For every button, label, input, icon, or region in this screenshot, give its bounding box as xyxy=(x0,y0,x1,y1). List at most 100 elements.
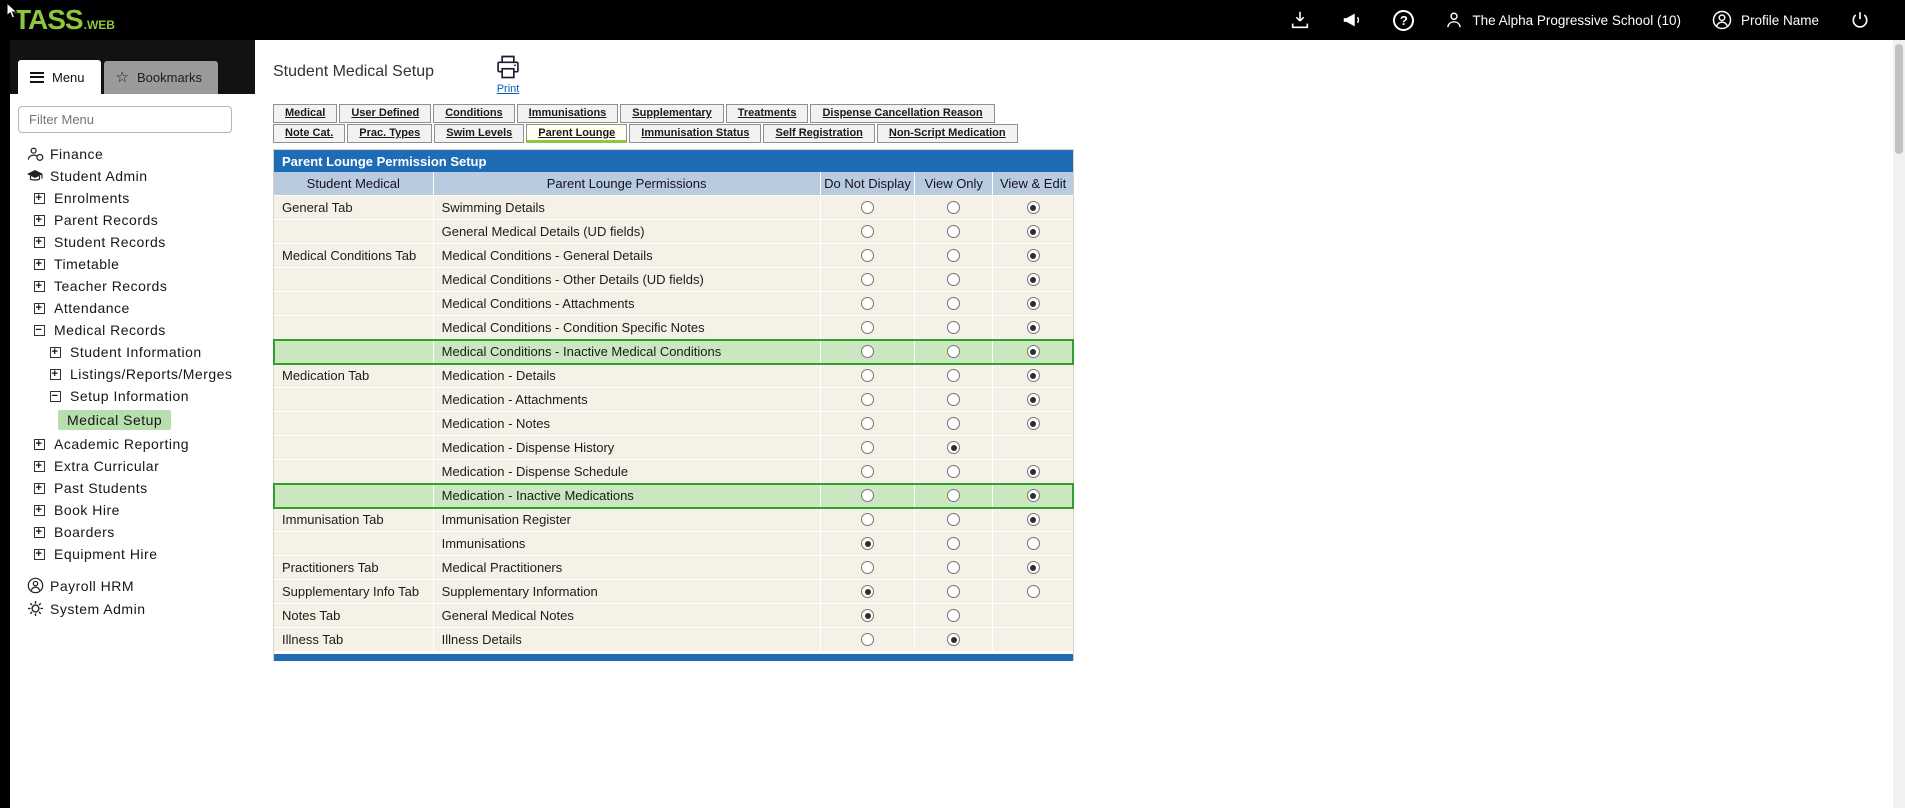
radio-do-not-display[interactable] xyxy=(861,225,874,238)
radio-do-not-display[interactable] xyxy=(861,249,874,262)
radio-view-only[interactable] xyxy=(947,393,960,406)
radio-do-not-display[interactable] xyxy=(861,273,874,286)
scrollbar-thumb[interactable] xyxy=(1895,44,1903,154)
tab-swim-levels[interactable]: Swim Levels xyxy=(434,124,524,143)
tab-parent-lounge[interactable]: Parent Lounge xyxy=(526,124,627,143)
radio-view-only[interactable] xyxy=(947,609,960,622)
radio-do-not-display[interactable] xyxy=(861,321,874,334)
radio-view-only[interactable] xyxy=(947,273,960,286)
radio-do-not-display[interactable] xyxy=(861,585,874,598)
sidebar-item-medical-setup[interactable]: Medical Setup xyxy=(10,407,255,433)
radio-do-not-display[interactable] xyxy=(861,513,874,526)
radio-view-edit[interactable] xyxy=(1027,489,1040,502)
radio-do-not-display[interactable] xyxy=(861,201,874,214)
tab-conditions[interactable]: Conditions xyxy=(433,104,514,123)
radio-view-only[interactable] xyxy=(947,489,960,502)
sidebar-item-book-hire[interactable]: +Book Hire xyxy=(10,499,255,521)
sidebar-item-system-admin[interactable]: System Admin xyxy=(10,597,255,620)
radio-view-edit[interactable] xyxy=(1027,417,1040,430)
radio-do-not-display[interactable] xyxy=(861,537,874,550)
sidebar-item-boarders[interactable]: +Boarders xyxy=(10,521,255,543)
radio-view-only[interactable] xyxy=(947,417,960,430)
radio-view-only[interactable] xyxy=(947,297,960,310)
radio-do-not-display[interactable] xyxy=(861,465,874,478)
radio-do-not-display[interactable] xyxy=(861,609,874,622)
radio-do-not-display[interactable] xyxy=(861,297,874,310)
filter-menu-input[interactable] xyxy=(18,106,232,133)
sidebar-item-past-students[interactable]: +Past Students xyxy=(10,477,255,499)
radio-view-edit[interactable] xyxy=(1027,297,1040,310)
sidebar-item-listings-reports-merges[interactable]: +Listings/Reports/Merges xyxy=(10,363,255,385)
sidebar-item-teacher-records[interactable]: +Teacher Records xyxy=(10,275,255,297)
sidebar-item-timetable[interactable]: +Timetable xyxy=(10,253,255,275)
sidebar-item-setup-information[interactable]: −Setup Information xyxy=(10,385,255,407)
tab-supplementary[interactable]: Supplementary xyxy=(620,104,723,123)
school-selector[interactable]: The Alpha Progressive School (10) xyxy=(1444,10,1681,30)
radio-view-only[interactable] xyxy=(947,633,960,646)
tab-dispense-cancellation-reason[interactable]: Dispense Cancellation Reason xyxy=(810,104,994,123)
sidebar-item-payroll-hrm[interactable]: Payroll HRM xyxy=(10,574,255,597)
sidebar-item-parent-records[interactable]: +Parent Records xyxy=(10,209,255,231)
sidebar-item-medical-records[interactable]: −Medical Records xyxy=(10,319,255,341)
sidebar-item-equipment-hire[interactable]: +Equipment Hire xyxy=(10,543,255,565)
download-icon[interactable] xyxy=(1289,9,1311,31)
logout-power-icon[interactable] xyxy=(1849,9,1871,31)
bookmarks-tab[interactable]: ☆ Bookmarks xyxy=(104,61,218,94)
radio-view-edit[interactable] xyxy=(1027,273,1040,286)
tass-logo[interactable]: TASS .WEB xyxy=(14,6,115,34)
radio-view-only[interactable] xyxy=(947,369,960,382)
radio-do-not-display[interactable] xyxy=(861,345,874,358)
radio-do-not-display[interactable] xyxy=(861,633,874,646)
radio-do-not-display[interactable] xyxy=(861,369,874,382)
radio-view-edit[interactable] xyxy=(1027,585,1040,598)
radio-do-not-display[interactable] xyxy=(861,561,874,574)
radio-view-only[interactable] xyxy=(947,561,960,574)
radio-view-edit[interactable] xyxy=(1027,465,1040,478)
sidebar-item-extra-curricular[interactable]: +Extra Curricular xyxy=(10,455,255,477)
radio-view-edit[interactable] xyxy=(1027,345,1040,358)
tab-prac-types[interactable]: Prac. Types xyxy=(347,124,432,143)
tab-user-defined[interactable]: User Defined xyxy=(339,104,431,123)
radio-view-edit[interactable] xyxy=(1027,513,1040,526)
sidebar-item-attendance[interactable]: +Attendance xyxy=(10,297,255,319)
radio-view-only[interactable] xyxy=(947,585,960,598)
radio-view-only[interactable] xyxy=(947,513,960,526)
radio-view-edit[interactable] xyxy=(1027,561,1040,574)
sidebar-item-enrolments[interactable]: +Enrolments xyxy=(10,187,255,209)
scrollbar[interactable] xyxy=(1893,40,1905,808)
sidebar-item-student-admin[interactable]: Student Admin xyxy=(10,165,255,187)
tab-immunisation-status[interactable]: Immunisation Status xyxy=(629,124,761,143)
radio-view-only[interactable] xyxy=(947,465,960,478)
radio-do-not-display[interactable] xyxy=(861,489,874,502)
radio-view-only[interactable] xyxy=(947,225,960,238)
radio-view-only[interactable] xyxy=(947,345,960,358)
tab-medical[interactable]: Medical xyxy=(273,104,337,123)
announcements-icon[interactable] xyxy=(1341,9,1363,31)
radio-view-edit[interactable] xyxy=(1027,393,1040,406)
sidebar-item-academic-reporting[interactable]: +Academic Reporting xyxy=(10,433,255,455)
radio-do-not-display[interactable] xyxy=(861,441,874,454)
radio-view-only[interactable] xyxy=(947,321,960,334)
radio-view-edit[interactable] xyxy=(1027,369,1040,382)
sidebar-item-student-records[interactable]: +Student Records xyxy=(10,231,255,253)
sidebar-item-finance[interactable]: Finance xyxy=(10,143,255,165)
radio-view-only[interactable] xyxy=(947,537,960,550)
radio-view-edit[interactable] xyxy=(1027,249,1040,262)
radio-view-only[interactable] xyxy=(947,441,960,454)
radio-view-edit[interactable] xyxy=(1027,321,1040,334)
tab-treatments[interactable]: Treatments xyxy=(726,104,809,123)
tab-immunisations[interactable]: Immunisations xyxy=(517,104,619,123)
menu-tab[interactable]: Menu xyxy=(18,60,101,94)
tab-non-script-medication[interactable]: Non-Script Medication xyxy=(877,124,1018,143)
radio-do-not-display[interactable] xyxy=(861,393,874,406)
tab-self-registration[interactable]: Self Registration xyxy=(763,124,874,143)
radio-view-only[interactable] xyxy=(947,201,960,214)
sidebar-item-student-information[interactable]: +Student Information xyxy=(10,341,255,363)
radio-view-edit[interactable] xyxy=(1027,537,1040,550)
radio-view-edit[interactable] xyxy=(1027,225,1040,238)
tab-note-cat[interactable]: Note Cat. xyxy=(273,124,345,143)
radio-view-edit[interactable] xyxy=(1027,201,1040,214)
print-button[interactable]: Print xyxy=(494,54,522,95)
radio-do-not-display[interactable] xyxy=(861,417,874,430)
profile-menu[interactable]: Profile Name xyxy=(1711,9,1819,31)
